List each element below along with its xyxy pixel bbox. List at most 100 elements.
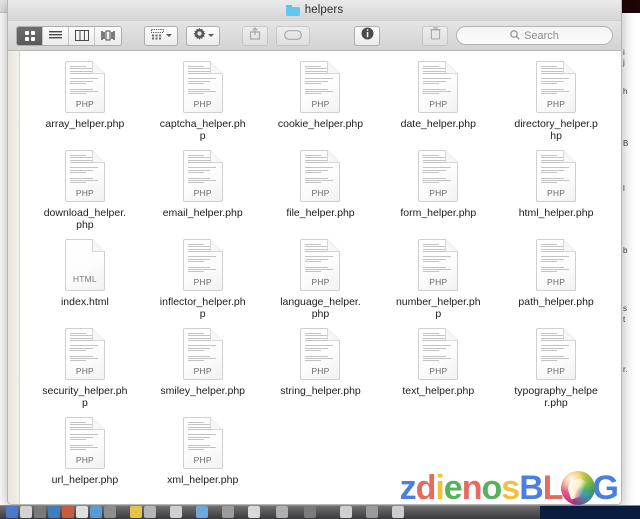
file-item[interactable]: PHP file_helper.php (262, 150, 380, 231)
file-kind-label: PHP (311, 188, 330, 198)
folder-icon (285, 4, 300, 16)
info-icon (361, 27, 374, 45)
file-kind-label: PHP (311, 277, 330, 287)
search-placeholder: Search (524, 29, 559, 42)
icon-view-icon[interactable] (17, 26, 43, 45)
html-file-icon: HTML (64, 239, 105, 291)
bg-text-fragment: s (623, 304, 627, 314)
php-file-icon: PHP (182, 328, 223, 380)
file-name-label: directory_helper.php (514, 118, 598, 142)
file-item[interactable]: PHP path_helper.php (497, 239, 615, 320)
tag-icon (284, 27, 302, 45)
bg-text-fragment: t (623, 314, 626, 324)
file-item[interactable]: PHP form_helper.php (379, 150, 497, 231)
file-item[interactable]: PHP array_helper.php (26, 61, 144, 142)
file-kind-label: HTML (72, 274, 97, 284)
finder-content: PHP array_helper.php PHP captcha_helper.php… (8, 51, 621, 504)
file-item[interactable]: PHP text_helper.php (379, 328, 497, 409)
file-item[interactable]: PHP cookie_helper.php (262, 61, 380, 142)
file-kind-label: PHP (193, 455, 212, 465)
file-item[interactable]: PHP html_helper.php (497, 150, 615, 231)
list-view-icon[interactable] (43, 26, 69, 45)
chevron-down-icon (207, 34, 214, 37)
share-button[interactable] (242, 25, 268, 46)
dock[interactable] (0, 505, 640, 519)
file-item[interactable]: PHP string_helper.php (262, 328, 380, 409)
php-file-icon: PHP (418, 61, 459, 113)
column-view-icon[interactable] (69, 26, 95, 45)
file-item[interactable]: PHP email_helper.php (144, 150, 262, 231)
finder-window: helpers Search PHP array_helper.php PHP … (7, 0, 622, 505)
file-kind-label: PHP (429, 188, 448, 198)
background-page-text: i j h B l b s t r. (621, 13, 640, 505)
file-name-label: array_helper.php (45, 118, 125, 130)
file-item[interactable]: PHP smiley_helper.php (144, 328, 262, 409)
view-mode-segmented-control[interactable] (16, 25, 122, 46)
php-file-icon: PHP (300, 61, 341, 113)
file-kind-label: PHP (311, 99, 330, 109)
file-item[interactable]: PHP date_helper.php (379, 61, 497, 142)
file-kind-label: PHP (547, 366, 566, 376)
share-icon (249, 26, 261, 45)
file-name-label: string_helper.php (280, 385, 361, 397)
file-name-label: security_helper.php (42, 385, 128, 409)
file-item[interactable]: PHP directory_helper.php (497, 61, 615, 142)
php-file-icon: PHP (64, 328, 105, 380)
delete-button[interactable] (422, 25, 448, 46)
file-kind-label: PHP (193, 99, 212, 109)
php-file-icon: PHP (536, 239, 577, 291)
bg-text-fragment: j (623, 58, 625, 68)
file-item[interactable]: PHP inflector_helper.php (144, 239, 262, 320)
file-browser-area[interactable]: PHP array_helper.php PHP captcha_helper.php… (20, 51, 621, 504)
file-kind-label: PHP (429, 366, 448, 376)
sidebar-strip (8, 51, 20, 504)
file-name-label: email_helper.php (162, 207, 243, 219)
file-item[interactable]: PHP download_helper.php (26, 150, 144, 231)
php-file-icon: PHP (64, 417, 105, 469)
php-file-icon: PHP (182, 417, 223, 469)
php-file-icon: PHP (300, 328, 341, 380)
action-menu-button[interactable] (186, 25, 220, 46)
window-titlebar[interactable]: helpers (8, 0, 621, 21)
search-input[interactable]: Search (456, 26, 613, 45)
php-file-icon: PHP (64, 150, 105, 202)
php-file-icon: PHP (182, 239, 223, 291)
file-item[interactable]: PHP xml_helper.php (144, 417, 262, 486)
bg-text-fragment: i (623, 48, 625, 57)
tag-button[interactable] (276, 25, 310, 46)
info-button[interactable] (354, 25, 380, 46)
bg-text-fragment: r. (623, 365, 628, 375)
file-kind-label: PHP (547, 188, 566, 198)
file-name-label: number_helper.php (395, 296, 481, 320)
file-item[interactable]: PHP security_helper.php (26, 328, 144, 409)
file-item[interactable]: HTML index.html (26, 239, 144, 320)
arrange-button[interactable] (144, 25, 178, 46)
file-kind-label: PHP (547, 99, 566, 109)
file-name-label: index.html (60, 296, 109, 308)
file-grid: PHP array_helper.php PHP captcha_helper.php… (26, 61, 615, 486)
file-name-label: captcha_helper.php (159, 118, 246, 142)
php-file-icon: PHP (300, 239, 341, 291)
chevron-down-icon (165, 34, 172, 37)
file-name-label: date_helper.php (400, 118, 476, 130)
file-name-label: cookie_helper.php (277, 118, 364, 130)
file-name-label: text_helper.php (402, 385, 475, 397)
file-item[interactable]: PHP language_helper.php (262, 239, 380, 320)
bg-text-fragment: B (623, 139, 629, 149)
file-name-label: download_helper.php (43, 207, 127, 231)
file-name-label: smiley_helper.php (160, 385, 246, 397)
file-item[interactable]: PHP url_helper.php (26, 417, 144, 486)
file-kind-label: PHP (193, 188, 212, 198)
coverflow-view-icon[interactable] (95, 26, 121, 45)
file-item[interactable]: PHP number_helper.php (379, 239, 497, 320)
file-kind-label: PHP (193, 366, 212, 376)
file-name-label: html_helper.php (518, 207, 594, 219)
file-kind-label: PHP (311, 366, 330, 376)
file-item[interactable]: PHP typography_helper.php (497, 328, 615, 409)
gear-icon (193, 27, 206, 45)
file-name-label: path_helper.php (518, 296, 594, 308)
desktop: i j h B l b s t r. helpers Search PHP ar… (0, 0, 640, 519)
file-item[interactable]: PHP captcha_helper.php (144, 61, 262, 142)
trash-icon (429, 26, 441, 45)
file-name-label: file_helper.php (286, 207, 355, 219)
